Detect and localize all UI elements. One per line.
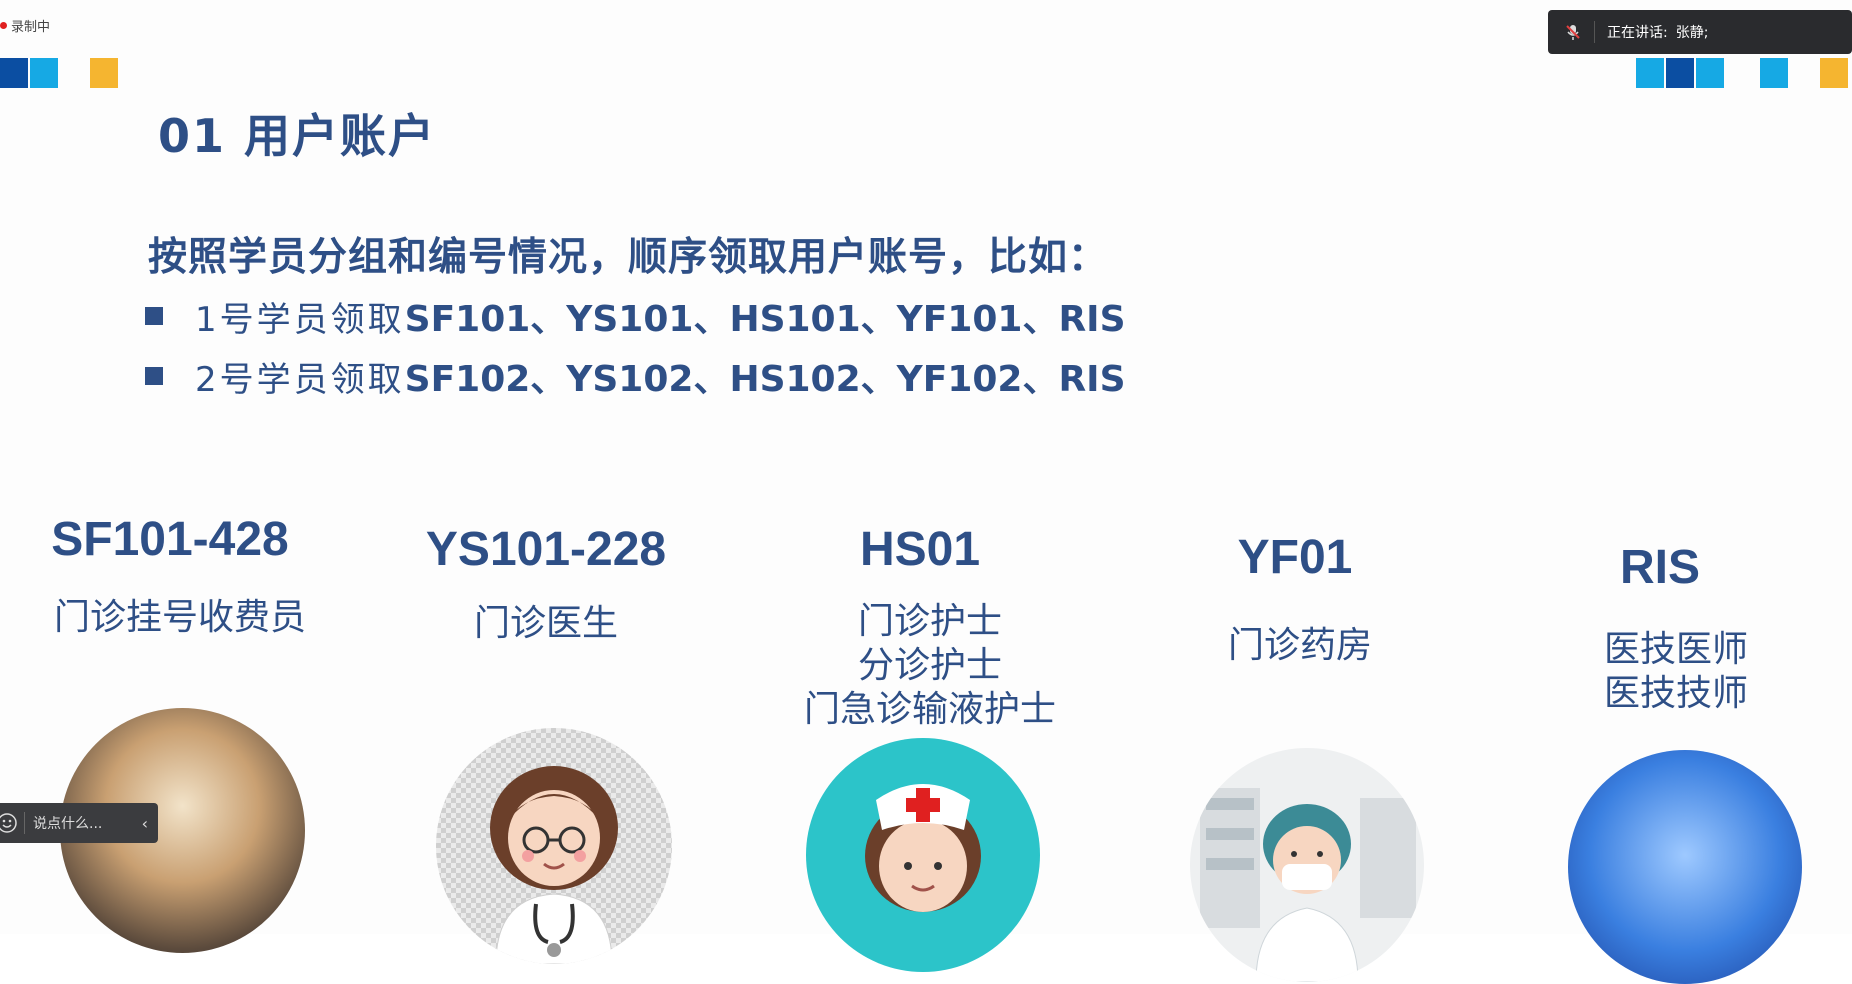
chat-input[interactable]: 说点什么... [33, 813, 102, 833]
bullet-prefix: 1号学员领取 [195, 299, 405, 340]
role-label: 门诊挂号收费员 [53, 597, 306, 638]
decor-square [1636, 58, 1664, 88]
bullet-square-icon [145, 307, 163, 325]
account-code: SF101-428 [51, 513, 289, 566]
bullet-item: 2号学员领取 SF102、YS102、HS102、YF102、RIS [145, 350, 1126, 402]
role-label: 门诊药房 [1227, 625, 1372, 666]
account-code: HS01 [859, 523, 981, 576]
role-label: 门诊护士 [857, 601, 1002, 642]
chat-bar[interactable]: 说点什么... ‹ [0, 803, 158, 843]
role-label: 门急诊输液护士 [803, 689, 1056, 730]
account-roles: 医技医师 医技技师 [1576, 628, 1776, 716]
decor-square [1820, 58, 1848, 88]
slide-subtitle: 按照学员分组和编号情况，顺序领取用户账号，比如： [148, 235, 1109, 280]
bullet-codes: SF101、YS101、HS101、YF101、RIS [404, 299, 1126, 340]
decor-square [30, 58, 58, 88]
separator [1594, 21, 1595, 43]
chevron-left-icon[interactable]: ‹ [142, 814, 148, 833]
decor-square [0, 58, 28, 88]
speaking-label: 正在讲话: [1607, 25, 1668, 41]
role-label: 分诊护士 [857, 645, 1002, 686]
nurse-icon [806, 738, 1040, 972]
decor-square [1696, 58, 1724, 88]
lab-technician-photo [1568, 750, 1802, 984]
separator [24, 812, 25, 834]
doctor-icon [436, 728, 672, 964]
bullet-codes: SF102、YS102、HS102、YF102、RIS [404, 359, 1126, 400]
recording-indicator: 录制中 [0, 16, 50, 35]
speaking-panel: 正在讲话: 张静; [1548, 10, 1852, 54]
account-code: YF01 [1237, 531, 1353, 584]
mic-muted-icon[interactable] [1562, 21, 1584, 43]
speaker-name: 张静; [1675, 25, 1709, 41]
slide-title: 01 用户账户 [158, 109, 437, 163]
account-roles: 门诊护士 分诊护士 门急诊输液护士 [780, 600, 1080, 732]
decor-square [90, 58, 118, 88]
presentation-slide: 录制中 01 用户账户 按照学员分组和编号情况，顺序领取用户账号，比如： 1号学… [0, 0, 1852, 984]
emoji-icon[interactable] [0, 812, 18, 834]
bullet-square-icon [145, 367, 163, 385]
decor-square [1666, 58, 1694, 88]
pharmacist-icon [1190, 748, 1424, 982]
account-roles: 门诊医生 [416, 602, 676, 646]
account-roles: 门诊挂号收费员 [40, 596, 320, 640]
account-code: RIS [1619, 541, 1700, 594]
account-roles: 门诊药房 [1200, 624, 1400, 668]
bullet-prefix: 2号学员领取 [195, 359, 405, 400]
role-label: 医技医师 [1603, 629, 1748, 670]
bullet-item: 1号学员领取 SF101、YS101、HS101、YF101、RIS [145, 290, 1126, 342]
role-label: 门诊医生 [473, 603, 618, 644]
recording-dot-icon [0, 22, 7, 29]
decor-square [1760, 58, 1788, 88]
recording-label: 录制中 [11, 20, 51, 35]
role-label: 医技技师 [1603, 673, 1748, 714]
account-code: YS101-228 [425, 523, 667, 576]
